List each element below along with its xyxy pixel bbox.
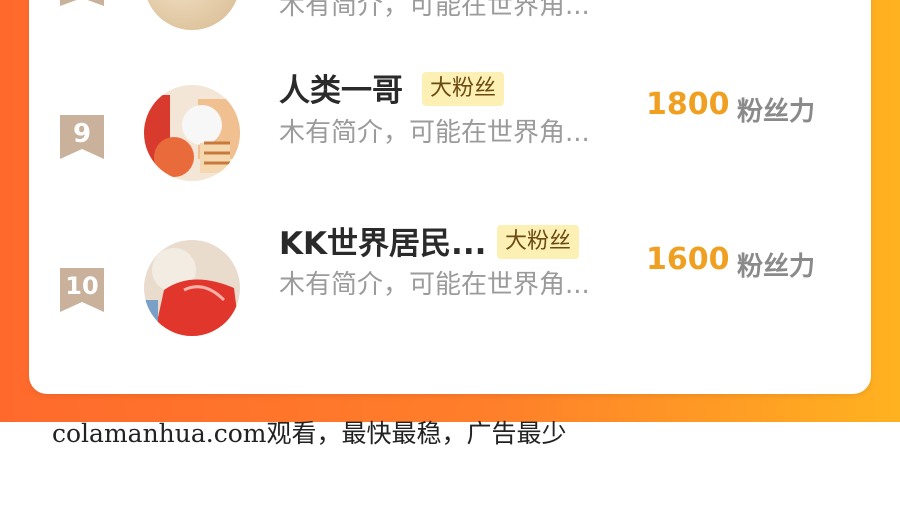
- avatar[interactable]: [144, 0, 240, 30]
- user-name[interactable]: 人类一哥: [279, 65, 403, 110]
- fan-level-badge: 大粉丝: [422, 72, 505, 106]
- rank-badge: 10: [60, 268, 104, 312]
- fan-power-score: 1600: [646, 242, 730, 277]
- avatar[interactable]: [144, 240, 240, 336]
- user-description: 木有简介，可能在世界角...: [279, 118, 590, 148]
- rank-number: 10: [65, 272, 99, 300]
- fan-level-badge: 大粉丝: [497, 225, 580, 259]
- list-item[interactable]: 10 KK世界居民... 大粉丝 木有简介，可能在世界角... 1600 粉丝力: [29, 225, 871, 348]
- fan-power-label: 粉丝力: [737, 97, 816, 127]
- rank-badge: 9: [60, 115, 104, 159]
- list-item[interactable]: 9 人类一哥 大粉丝 木有简介，可能在世界角... 1800 粉丝力: [29, 72, 871, 195]
- user-description: 木有简介，可能在世界角...: [279, 270, 590, 300]
- user-name[interactable]: KK世界居民...: [279, 218, 486, 263]
- site-watermark-text: colamanhua.com观看，最快最稳，广告最少: [52, 419, 567, 448]
- fan-ranking-card: 木有简介，可能在世界角... 9 人类一哥 大粉丝 木有简介，可能在世界角...…: [29, 0, 871, 394]
- fan-power-label: 粉丝力: [737, 252, 816, 282]
- rank-ribbon-icon: [60, 0, 104, 20]
- avatar[interactable]: [144, 85, 240, 181]
- user-description: 木有简介，可能在世界角...: [279, 0, 590, 21]
- fan-power-score: 1800: [646, 87, 730, 122]
- rank-number: 9: [72, 119, 92, 149]
